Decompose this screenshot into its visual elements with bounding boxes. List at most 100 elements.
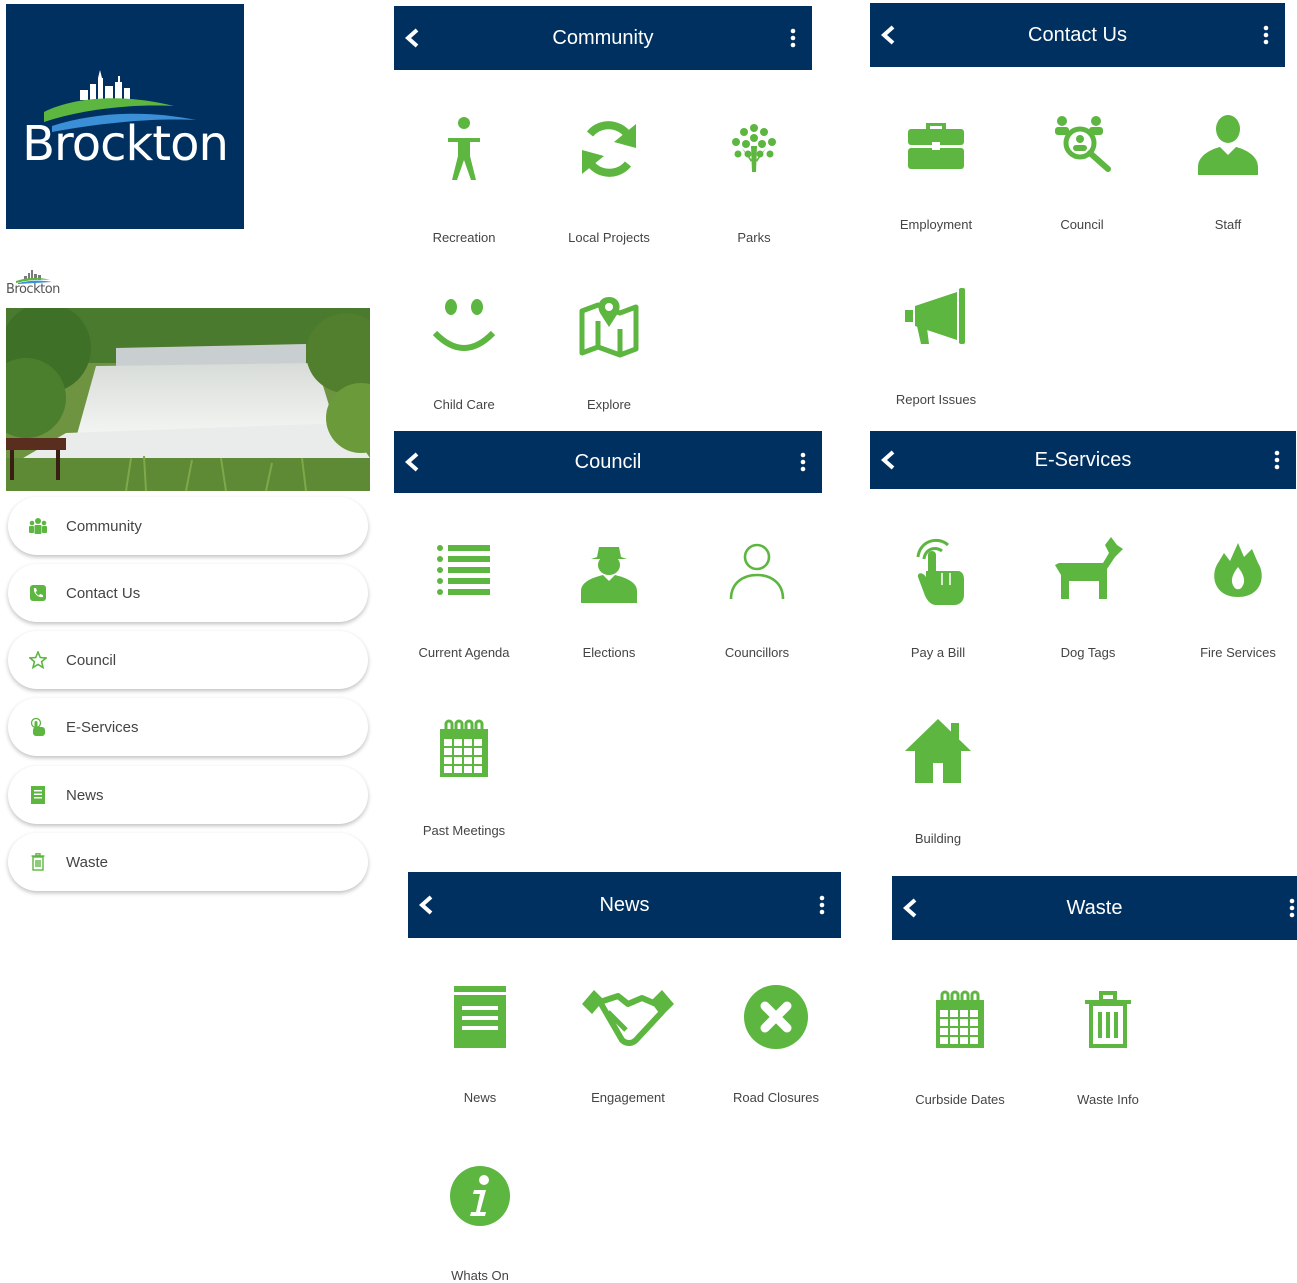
waste-header: Waste — [892, 876, 1297, 940]
tile-label: Curbside Dates — [915, 1092, 1005, 1107]
tile-label: News — [463, 1090, 497, 1105]
news-header: News — [408, 872, 841, 938]
tile-councillors[interactable]: Councillors — [687, 539, 827, 660]
tile-label: Engagement — [591, 1090, 665, 1105]
tile-label: Elections — [582, 645, 636, 660]
smile-icon — [432, 299, 496, 351]
tile-label: Report Issues — [895, 392, 977, 407]
screen-title: Community — [552, 26, 654, 49]
menu-button-news[interactable]: News — [8, 766, 368, 824]
screen-title: E-Services — [1034, 448, 1132, 471]
screen-title: Contact Us — [1028, 23, 1127, 46]
community-icon — [28, 516, 48, 536]
logo-text: Brockton — [22, 116, 229, 172]
dog-icon — [1055, 537, 1123, 599]
tile-label: Councillors — [724, 645, 790, 660]
screen-title: Council — [574, 450, 642, 473]
politician-icon — [581, 547, 637, 603]
menu-label: Contact Us — [66, 584, 141, 602]
tile-staff[interactable]: Staff — [1158, 111, 1297, 232]
tile-fire-services[interactable]: Fire Services — [1168, 535, 1297, 660]
screen-title: Waste — [1066, 896, 1123, 919]
tile-explore[interactable]: Explore — [539, 291, 679, 412]
tile-label: Whats On — [451, 1268, 509, 1283]
menu-label: Community — [66, 517, 142, 535]
touch-icon — [916, 538, 964, 605]
phone-icon — [28, 583, 48, 603]
tile-elections[interactable]: Elections — [539, 539, 679, 660]
council-screen: Council Current Agenda Elections Council… — [394, 431, 822, 851]
menu-button-e-services[interactable]: E-Services — [8, 698, 368, 756]
megaphone-icon — [905, 288, 965, 344]
tile-road-closures[interactable]: Road Closures — [706, 982, 846, 1105]
trash-icon — [28, 852, 48, 872]
tile-building[interactable]: Building — [868, 715, 1008, 846]
more-options-icon[interactable] — [800, 452, 806, 472]
refresh-icon — [582, 121, 636, 177]
council-header: Council — [394, 431, 822, 493]
small-logo-text: Brockton — [6, 282, 60, 297]
close-circle-icon — [744, 985, 808, 1049]
brockton-logo: Brockton — [6, 4, 244, 229]
tile-label: Pay a Bill — [910, 645, 966, 660]
info-icon — [450, 1166, 510, 1226]
waste-screen: Waste Curbside Dates Waste Info — [892, 876, 1297, 1283]
calendar-icon — [936, 990, 984, 1048]
tile-employment[interactable]: Employment — [866, 111, 1006, 232]
calendar-icon — [440, 719, 488, 777]
tile-parks[interactable]: Parks — [684, 114, 824, 245]
user-icon — [1198, 115, 1258, 175]
tile-label: Fire Services — [1200, 645, 1276, 660]
tile-label: Local Projects — [568, 230, 650, 245]
news-icon — [28, 785, 48, 805]
tile-engagement[interactable]: Engagement — [558, 982, 698, 1105]
tile-council[interactable]: Council — [1012, 111, 1152, 232]
user-outline-icon — [729, 543, 785, 600]
person-icon — [448, 117, 480, 180]
news-screen: News News Engagement Road Closures Whats… — [408, 872, 841, 1283]
tile-current-agenda[interactable]: Current Agenda — [394, 539, 534, 660]
menu-label: Council — [66, 651, 117, 669]
menu-button-waste[interactable]: Waste — [8, 833, 368, 891]
tile-label: Road Closures — [733, 1090, 819, 1105]
community-screen: Community Recreation Local Projects Park… — [394, 6, 812, 426]
tile-label: Recreation — [432, 230, 496, 245]
tile-recreation[interactable]: Recreation — [394, 114, 534, 245]
menu-button-contact-us[interactable]: Contact Us — [8, 564, 368, 622]
more-options-icon[interactable] — [819, 895, 825, 915]
waterfall-photo — [6, 308, 370, 491]
tile-whats-on[interactable]: Whats On — [410, 1164, 550, 1283]
handshake-icon — [582, 990, 674, 1046]
tree-icon — [732, 124, 776, 172]
eservices-header: E-Services — [870, 431, 1296, 489]
tile-label: Explore — [586, 397, 632, 412]
tile-waste-info[interactable]: Waste Info — [1038, 990, 1178, 1107]
map-icon — [579, 297, 639, 358]
menu-button-council[interactable]: Council — [8, 631, 368, 689]
tile-dog-tags[interactable]: Dog Tags — [1018, 535, 1158, 660]
more-options-icon[interactable] — [1289, 898, 1295, 918]
list-icon — [437, 545, 490, 595]
more-options-icon[interactable] — [1263, 25, 1269, 45]
tile-curbside-dates[interactable]: Curbside Dates — [890, 990, 1030, 1107]
menu-label: E-Services — [66, 718, 139, 736]
tile-news[interactable]: News — [410, 982, 550, 1105]
tile-label: Past Meetings — [422, 823, 506, 838]
trash-icon — [1085, 991, 1131, 1048]
tile-label: Building — [914, 831, 962, 846]
more-options-icon[interactable] — [1274, 450, 1280, 470]
tile-local-projects[interactable]: Local Projects — [539, 114, 679, 245]
eservices-screen: E-Services Pay a Bill Dog Tags Fire Serv… — [870, 431, 1296, 851]
tile-past-meetings[interactable]: Past Meetings — [394, 719, 534, 838]
more-options-icon[interactable] — [790, 28, 796, 48]
menu-button-community[interactable]: Community — [8, 497, 368, 555]
people-search-icon — [1055, 116, 1111, 172]
tile-report-issues[interactable]: Report Issues — [866, 288, 1006, 407]
small-brockton-logo: Brockton — [6, 270, 76, 300]
community-header: Community — [394, 6, 812, 70]
tile-label: Dog Tags — [1060, 645, 1116, 660]
tile-pay-a-bill[interactable]: Pay a Bill — [868, 535, 1008, 660]
briefcase-icon — [908, 123, 964, 169]
menu-label: News — [66, 786, 104, 804]
tile-child-care[interactable]: Child Care — [394, 291, 534, 412]
